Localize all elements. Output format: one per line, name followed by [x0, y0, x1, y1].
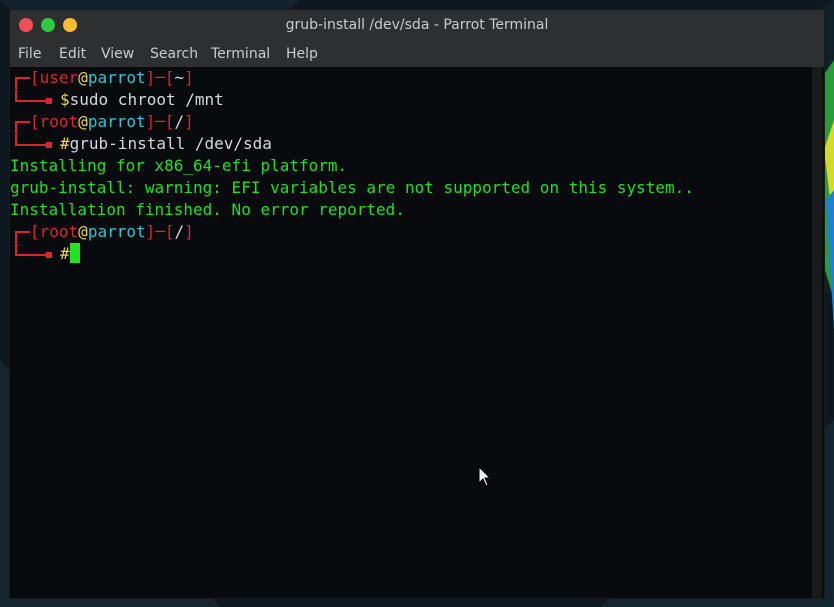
prompt-user: root: [39, 112, 79, 131]
prompt-symbol: #: [60, 134, 70, 153]
minimize-window-button[interactable]: [41, 18, 55, 32]
prompt-symbol: #: [60, 244, 70, 263]
mouse-pointer-icon: [478, 466, 492, 487]
output-line: Installation finished. No error reported…: [10, 200, 405, 219]
scrollbar[interactable]: [812, 67, 822, 598]
prompt-header-line: [root@parrot]─[/]: [30, 112, 194, 131]
prompt-host: parrot: [87, 222, 146, 241]
command-text: grub-install /dev/sda: [69, 134, 272, 153]
prompt-header-line: [user@parrot]─[~]: [30, 68, 194, 87]
terminal-output-area[interactable]: [user@parrot]─[~] $sudo chroot /mnt [roo…: [10, 67, 810, 598]
menu-bar: File Edit View Search Terminal Help: [10, 41, 824, 67]
prompt-host: parrot: [87, 112, 146, 131]
menu-file[interactable]: File: [14, 41, 45, 67]
command-line[interactable]: #: [10, 243, 80, 265]
close-window-button[interactable]: [19, 18, 33, 32]
prompt-header-line: [root@parrot]─[/]: [30, 222, 194, 241]
terminal-window: grub-install /dev/sda - Parrot Terminal …: [10, 10, 824, 598]
text-cursor: [69, 243, 80, 263]
menu-help[interactable]: Help: [282, 41, 322, 67]
menu-terminal[interactable]: Terminal: [207, 41, 274, 67]
maximize-window-button[interactable]: [63, 18, 77, 32]
output-line: grub-install: warning: EFI variables are…: [10, 178, 694, 197]
prompt-at: @: [78, 68, 88, 87]
window-title: grub-install /dev/sda - Parrot Terminal: [285, 17, 549, 33]
command-line: #grub-install /dev/sda: [10, 133, 272, 155]
command-text: sudo chroot /mnt: [69, 90, 224, 109]
prompt-at: @: [78, 222, 88, 241]
prompt-dir: /: [174, 112, 185, 131]
menu-search[interactable]: Search: [146, 41, 202, 67]
prompt-user: user: [39, 68, 79, 87]
prompt-host: parrot: [87, 68, 146, 87]
prompt-dir: /: [174, 222, 185, 241]
prompt-symbol: $: [60, 90, 70, 109]
menu-edit[interactable]: Edit: [55, 41, 90, 67]
prompt-user: root: [39, 222, 79, 241]
title-bar[interactable]: grub-install /dev/sda - Parrot Terminal: [10, 10, 824, 41]
output-line: Installing for x86_64-efi platform.: [10, 156, 348, 175]
prompt-at: @: [78, 112, 88, 131]
command-line: $sudo chroot /mnt: [10, 89, 224, 111]
scrollbar-thumb[interactable]: [813, 71, 821, 591]
prompt-dir: ~: [174, 68, 185, 87]
menu-view[interactable]: View: [97, 41, 138, 67]
